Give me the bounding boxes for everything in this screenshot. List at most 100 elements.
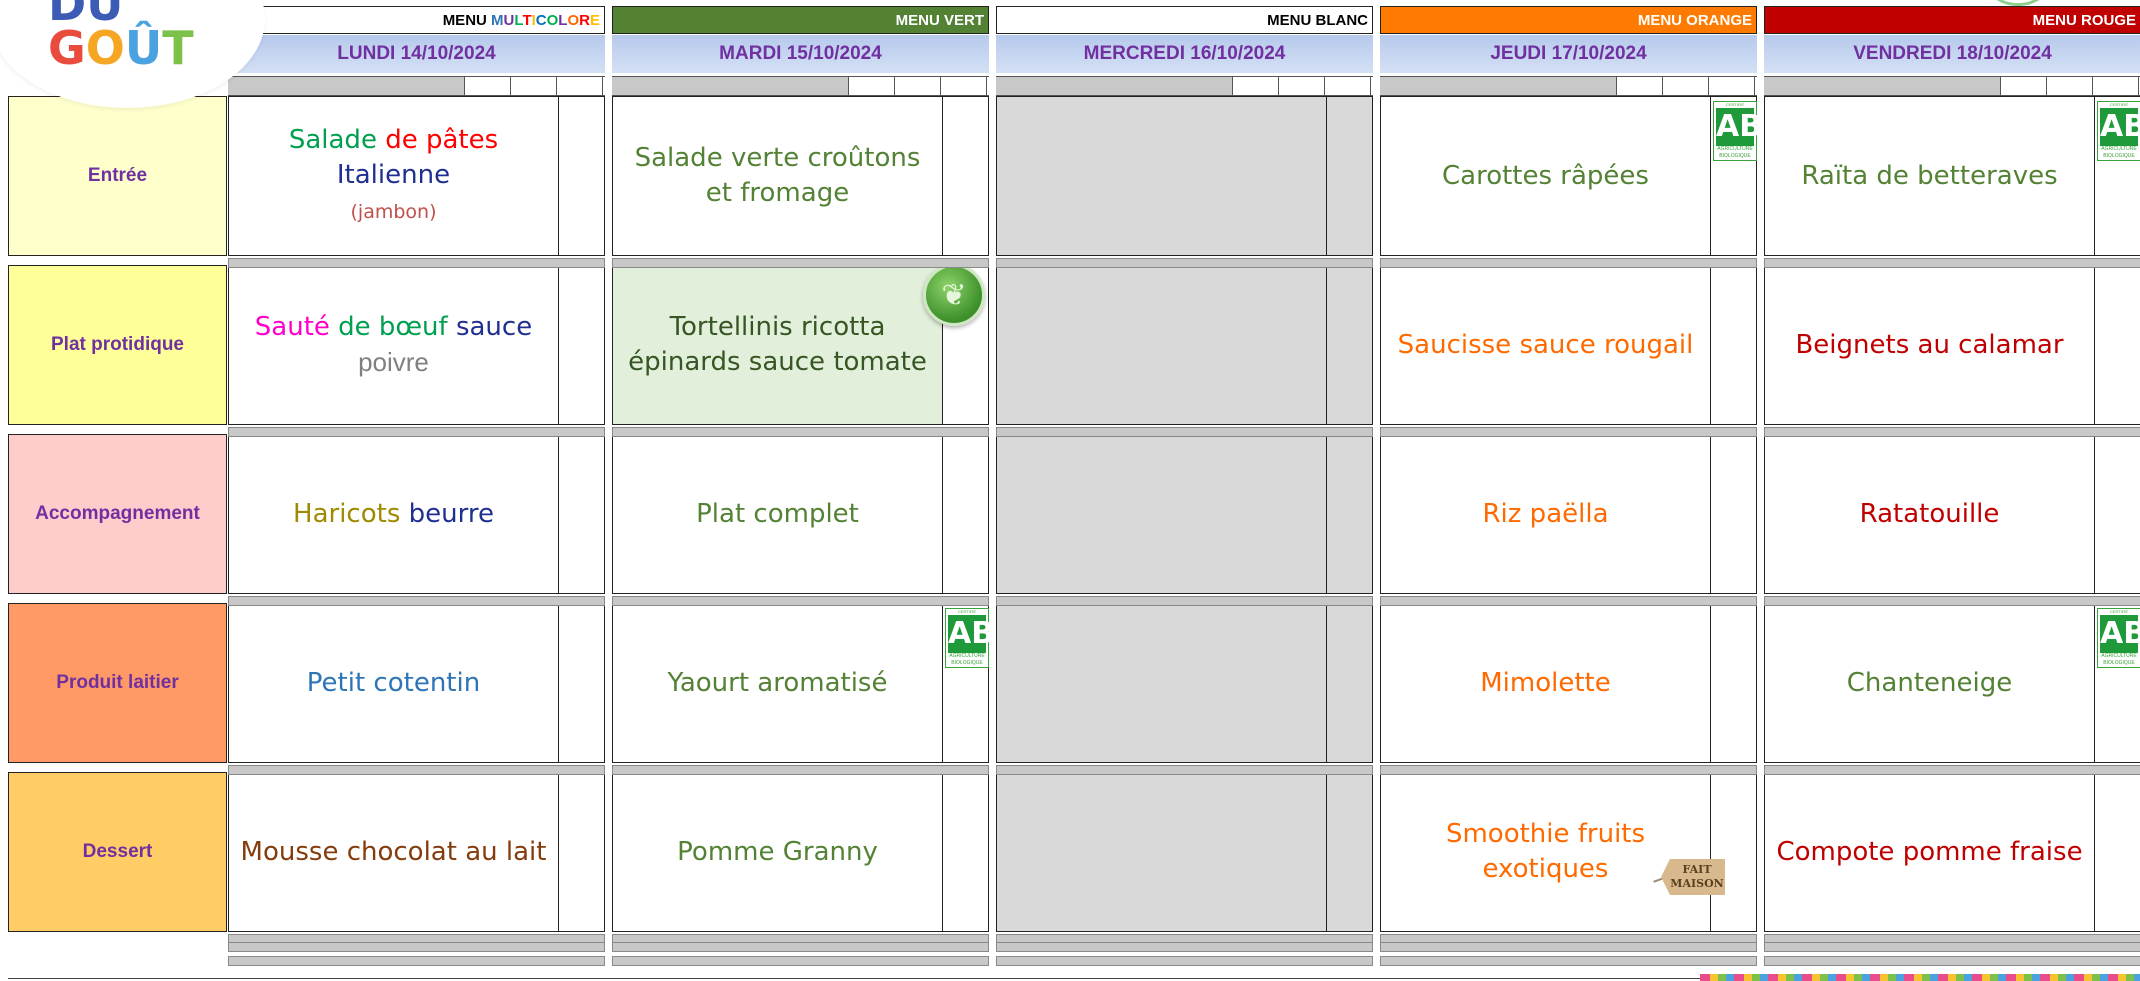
dish-name: Salade verte croûtons et fromage	[613, 97, 943, 255]
category-label: Produit laitier	[8, 603, 227, 763]
header-subrow	[996, 76, 1373, 96]
logo-letter: G	[48, 21, 86, 75]
dish-cell: Smoothie fruits exotiques FAIT MAISON	[1380, 772, 1757, 932]
dish-side-cell	[1327, 773, 1372, 931]
dish-name: Compote pomme fraise	[1765, 773, 2095, 931]
ab-letters: AB	[2100, 108, 2140, 146]
dish-text: Mousse chocolat au lait	[241, 835, 547, 870]
organic-ab-icon: CERTIFIÉ AB AGRICULTURE BIOLOGIQUE	[2097, 101, 2140, 161]
dish-cell	[996, 96, 1373, 256]
row-separator	[1380, 258, 1757, 268]
menu-label-part: T	[522, 12, 532, 29]
dish-side-cell	[943, 97, 988, 255]
header-subrow-gray	[1764, 77, 2001, 95]
dish-cell: Salade de pâtes Italienne (jambon)	[228, 96, 605, 256]
dish-name: Smoothie fruits exotiques	[1381, 773, 1711, 931]
header-subrow-cell	[1617, 77, 1663, 95]
dish-text-part: Salade	[288, 124, 386, 155]
row-separator	[996, 596, 1373, 606]
dish-subtext: poivre	[358, 346, 429, 377]
dish-name: Yaourt aromatisé	[613, 604, 943, 762]
row-separator	[1380, 427, 1757, 437]
row-separator	[228, 765, 605, 775]
dish-side-cell	[559, 266, 604, 424]
header-subrow-cell	[1709, 77, 1755, 95]
ab-bottom-text: AGRICULTURE BIOLOGIQUE	[2101, 146, 2137, 159]
dish-text-part: beurre	[408, 498, 494, 529]
dish-name: Raïta de betteraves	[1765, 97, 2095, 255]
dish-cell: Haricots beurre	[228, 434, 605, 594]
header-subrow-cell	[465, 77, 511, 95]
dish-side-cell	[943, 773, 988, 931]
dish-cell: Mimolette	[1380, 603, 1757, 763]
header-subrow-cell	[2001, 77, 2047, 95]
header-subrow-gray	[228, 77, 465, 95]
dish-side-cell	[559, 97, 604, 255]
dish-text-part: Ratatouille	[1859, 498, 2000, 529]
header-subrow-cell	[2093, 77, 2139, 95]
footer-separator	[996, 956, 1373, 966]
dish-cell: Beignets au calamar	[1764, 265, 2140, 425]
menu-color-header: MENU BLANC	[996, 6, 1373, 34]
dish-side-cell	[2095, 435, 2140, 593]
dish-cell	[996, 772, 1373, 932]
header-subrow-cell	[557, 77, 603, 95]
dish-name: Carottes râpées	[1381, 97, 1711, 255]
dish-name: Beignets au calamar	[1765, 266, 2095, 424]
dish-cell: Petit cotentin	[228, 603, 605, 763]
dish-text-part: Raïta de betteraves	[1801, 160, 2058, 191]
dish-text-part: Salade verte croûtons et fromage	[634, 143, 921, 208]
row-separator	[228, 258, 605, 268]
dish-text-part: Beignets au calamar	[1795, 329, 2064, 360]
ab-letters: AB	[948, 615, 995, 653]
ab-bottom-text: AGRICULTURE BIOLOGIQUE	[1717, 146, 1753, 159]
menu-label-part: M	[491, 12, 504, 29]
dish-name: Tortellinis ricotta épinards sauce tomat…	[613, 266, 943, 424]
dish-text: Smoothie fruits exotiques	[1389, 817, 1702, 887]
dish-side-cell	[1711, 604, 1756, 762]
menu-color-header: MENU ROUGE	[1764, 6, 2140, 34]
category-label: Entrée	[8, 96, 227, 256]
dish-text: Salade verte croûtons et fromage	[621, 141, 934, 211]
dish-cell: Ratatouille	[1764, 434, 2140, 594]
footer-separator	[1764, 956, 2140, 966]
menu-label-part: O	[546, 12, 559, 29]
header-subrow-cell	[895, 77, 941, 95]
menu-label-part: MENU BLANC	[1267, 12, 1368, 29]
tag-line-1: FAIT	[1682, 863, 1712, 876]
row-separator	[228, 427, 605, 437]
dish-name	[997, 266, 1327, 424]
dish-cell: Yaourt aromatisé CERTIFIÉ AB AGRICULTURE BI…	[612, 603, 995, 763]
decorative-border	[1700, 974, 2140, 981]
dish-cell: Tortellinis ricotta épinards sauce tomat…	[612, 264, 989, 425]
dish-side-cell	[943, 435, 988, 593]
dish-name: Mousse chocolat au lait	[229, 773, 559, 931]
dish-cell: Saucisse sauce rougail	[1380, 265, 1757, 425]
footer-separator	[1380, 956, 1757, 966]
dish-text-part: Riz paëlla	[1482, 498, 1609, 529]
footer-separator	[612, 956, 989, 966]
header-subrow	[612, 76, 989, 96]
organic-ab-icon: CERTIFIÉ AB AGRICULTURE BIOLOGIQUE	[1713, 101, 1763, 161]
dish-text: Sauté de bœuf sauce poivre	[255, 310, 532, 381]
dish-cell	[996, 603, 1373, 763]
row-separator	[1380, 596, 1757, 606]
dish-text-part: Mimolette	[1480, 667, 1611, 698]
menu-label-part: MENU ROUGE	[2032, 12, 2136, 29]
menu-label-part: MENU ORANGE	[1637, 12, 1752, 29]
ab-letters: AB	[1716, 108, 1763, 146]
ab-bottom-text: AGRICULTURE BIOLOGIQUE	[2101, 653, 2137, 666]
row-separator	[996, 427, 1373, 437]
dish-name: Pomme Granny	[613, 773, 943, 931]
row-separator	[612, 765, 989, 775]
dish-side-cell	[2095, 773, 2140, 931]
header-subrow-cell	[511, 77, 557, 95]
dish-text-part: Carottes râpées	[1442, 160, 1649, 191]
dish-text: Raïta de betteraves	[1801, 159, 2057, 194]
footer-separator	[1764, 942, 2140, 952]
category-label: Dessert	[8, 772, 227, 932]
dish-text-part: Sauté	[254, 311, 339, 342]
dish-cell	[996, 434, 1373, 594]
menu-color-header: MENU MULTICOLORE	[228, 6, 605, 34]
row-separator	[612, 427, 989, 437]
